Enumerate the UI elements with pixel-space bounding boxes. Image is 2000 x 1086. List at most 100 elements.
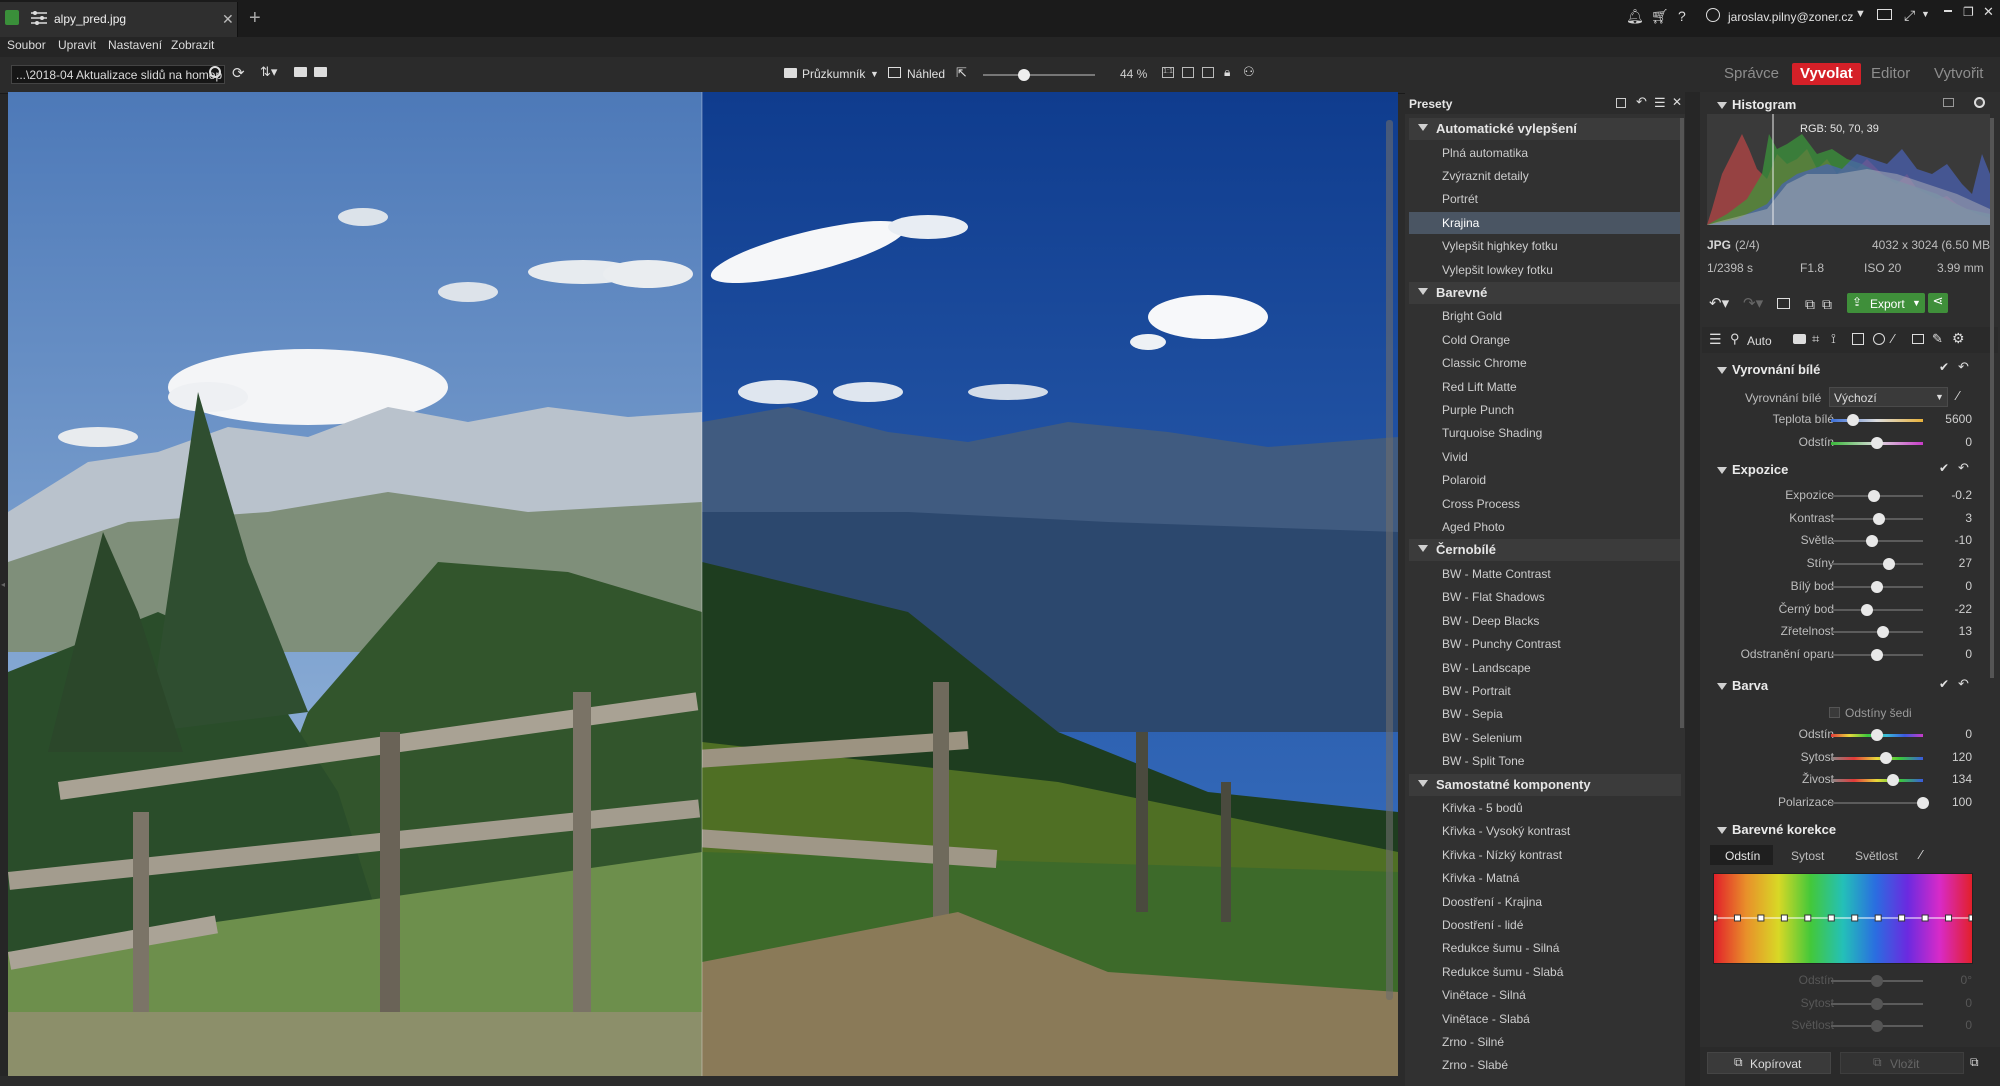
mode-tab-spravce[interactable]: Správce — [1716, 63, 1787, 85]
slider-knob[interactable] — [1871, 729, 1883, 741]
new-tab-icon[interactable]: + — [249, 7, 261, 30]
slider-value[interactable]: 27 — [1959, 556, 1972, 570]
undo-icon[interactable]: ↶▾ — [1709, 294, 1729, 312]
path-field[interactable]: ...\2018-04 Aktualizace slidů na homep — [11, 65, 225, 84]
close-window-icon[interactable]: ✕ — [1983, 4, 1994, 20]
search-icon[interactable] — [209, 66, 221, 78]
hue-curve-point[interactable] — [1757, 914, 1765, 922]
slider-knob[interactable] — [1871, 975, 1883, 987]
preview-before-icon[interactable] — [1777, 298, 1790, 309]
brush-icon[interactable]: ⁄ — [1892, 331, 1894, 346]
slider-value[interactable]: 134 — [1952, 772, 1972, 786]
color-enabled-check[interactable]: ✔ — [1939, 677, 1951, 691]
slider-knob[interactable] — [1871, 580, 1883, 593]
hue-curve-point[interactable] — [1945, 914, 1953, 922]
preset-item[interactable]: Vinětace - Slabá — [1409, 1008, 1681, 1030]
preset-item[interactable]: BW - Sepia — [1409, 703, 1681, 725]
folder-up-icon[interactable] — [294, 67, 307, 77]
menu-nastaveni[interactable]: Nastavení — [108, 38, 162, 52]
preset-item[interactable]: BW - Matte Contrast — [1409, 563, 1681, 585]
preset-item[interactable]: Doostření - Krajina — [1409, 891, 1681, 913]
slider-knob[interactable] — [1868, 490, 1881, 502]
preset-item[interactable]: Vivid — [1409, 446, 1681, 468]
close-presets-icon[interactable]: ✕ — [1672, 95, 1682, 109]
hue-curve-point[interactable] — [1921, 914, 1929, 922]
slider-value[interactable]: -0.2 — [1951, 488, 1972, 502]
histogram-settings-icon[interactable] — [1943, 98, 1954, 107]
preset-item[interactable]: Bright Gold — [1409, 305, 1681, 327]
preset-item[interactable]: Zrno - Slabé — [1409, 1054, 1681, 1076]
hue-curve-point[interactable] — [1874, 914, 1882, 922]
slider-track[interactable] — [1831, 608, 1923, 611]
cc-eyedropper-icon[interactable]: ⁄ — [1920, 847, 1922, 862]
preset-menu-icon[interactable]: ☰ — [1654, 95, 1666, 111]
slider-value[interactable]: 0 — [1965, 996, 1972, 1010]
bell-icon[interactable]: 🔔︎ — [1626, 8, 1644, 25]
slider-track[interactable] — [1831, 756, 1923, 760]
browser-dropdown-icon[interactable]: ▼ — [870, 69, 879, 79]
slider-value[interactable]: 0° — [1961, 973, 1972, 987]
restore-icon[interactable]: ❐ — [1963, 5, 1974, 19]
preset-item[interactable]: BW - Punchy Contrast — [1409, 633, 1681, 655]
preset-item[interactable]: Plná automatika — [1409, 142, 1681, 164]
preview-button[interactable]: Náhled — [907, 67, 945, 81]
slider-value[interactable]: 5600 — [1945, 412, 1972, 426]
eyedropper-icon[interactable]: ⁄ — [1957, 388, 1959, 403]
slider-knob[interactable] — [1882, 558, 1895, 571]
exposure-reset-icon[interactable]: ↶ — [1958, 460, 1969, 476]
slider-track[interactable] — [1831, 563, 1923, 566]
external-window-icon[interactable]: ⇱ — [956, 65, 967, 81]
straighten-icon[interactable]: ⟟ — [1831, 331, 1836, 347]
hue-curve-point[interactable] — [1733, 914, 1741, 922]
preset-item[interactable]: Purple Punch — [1409, 399, 1681, 421]
hue-curve-point[interactable] — [1827, 914, 1835, 922]
preset-item[interactable]: Křivka - Nízký kontrast — [1409, 844, 1681, 866]
help-icon[interactable]: ? — [1678, 8, 1686, 24]
pencil-icon[interactable]: ✎ — [1932, 331, 1943, 347]
slider-knob[interactable] — [1871, 648, 1883, 661]
mode-tab-vytvorit[interactable]: Vytvořit — [1926, 63, 1991, 85]
slider-knob[interactable] — [1871, 997, 1883, 1010]
preset-item[interactable]: Krajina — [1409, 211, 1681, 234]
compare-icon[interactable] — [1202, 67, 1214, 78]
color-reset-icon[interactable]: ↶ — [1958, 676, 1969, 692]
hue-curve-point[interactable] — [1898, 914, 1906, 922]
white-balance-reset-icon[interactable]: ↶ — [1958, 359, 1969, 375]
export-dropdown-icon[interactable]: ▼ — [1912, 298, 1921, 308]
slider-value[interactable]: 0 — [1965, 435, 1972, 449]
camera-icon[interactable] — [1793, 334, 1806, 344]
preset-item[interactable]: Polaroid — [1409, 469, 1681, 491]
presets-scrollbar[interactable] — [1680, 118, 1684, 728]
preset-item[interactable]: Křivka - Matná — [1409, 867, 1681, 889]
preset-item[interactable]: BW - Landscape — [1409, 657, 1681, 679]
undo-preset-icon[interactable]: ↶ — [1636, 94, 1647, 110]
slider-value[interactable]: 13 — [1959, 624, 1972, 638]
exposure-enabled-check[interactable]: ✔ — [1939, 461, 1951, 475]
slider-value[interactable]: 100 — [1952, 795, 1972, 809]
slider-knob[interactable] — [1871, 1020, 1883, 1033]
zoom-slider-track[interactable] — [983, 74, 1095, 76]
user-account[interactable]: jaroslav.pilny@zoner.cz — [1728, 10, 1853, 24]
save-preset-icon[interactable] — [1616, 98, 1626, 108]
preset-item[interactable]: BW - Deep Blacks — [1409, 610, 1681, 632]
slider-track[interactable] — [1831, 802, 1923, 805]
viewer-scrollbar[interactable] — [1386, 120, 1393, 1000]
preset-item[interactable]: Cross Process — [1409, 493, 1681, 515]
preset-item[interactable]: Turquoise Shading — [1409, 422, 1681, 444]
radial-filter-icon[interactable] — [1873, 333, 1885, 345]
preset-item[interactable]: Redukce šumu - Silná — [1409, 937, 1681, 959]
close-tab-icon[interactable]: ✕ — [222, 11, 234, 28]
cc-tab-sytost-label[interactable]: Sytost — [1791, 849, 1824, 863]
preset-category-samostatne-komponenty[interactable]: Samostatné komponenty — [1409, 773, 1681, 796]
preset-category-barevne[interactable]: Barevné — [1409, 281, 1681, 304]
auto-button[interactable]: Auto — [1747, 334, 1772, 348]
preset-item[interactable]: Doostření - lidé — [1409, 914, 1681, 936]
slider-value[interactable]: 120 — [1952, 750, 1972, 764]
preset-item[interactable]: Zvýraznit detaily — [1409, 165, 1681, 187]
minimize-icon[interactable] — [1944, 10, 1952, 12]
redo-icon[interactable]: ↷▾ — [1743, 294, 1763, 312]
lock-icon[interactable]: 🔒︎ — [1224, 65, 1230, 80]
mode-tab-vyvolat[interactable]: Vyvolat — [1792, 63, 1861, 85]
cc-tab-svetlost-label[interactable]: Světlost — [1855, 849, 1898, 863]
wb-mode-dropdown-icon[interactable]: ▼ — [1935, 392, 1944, 402]
